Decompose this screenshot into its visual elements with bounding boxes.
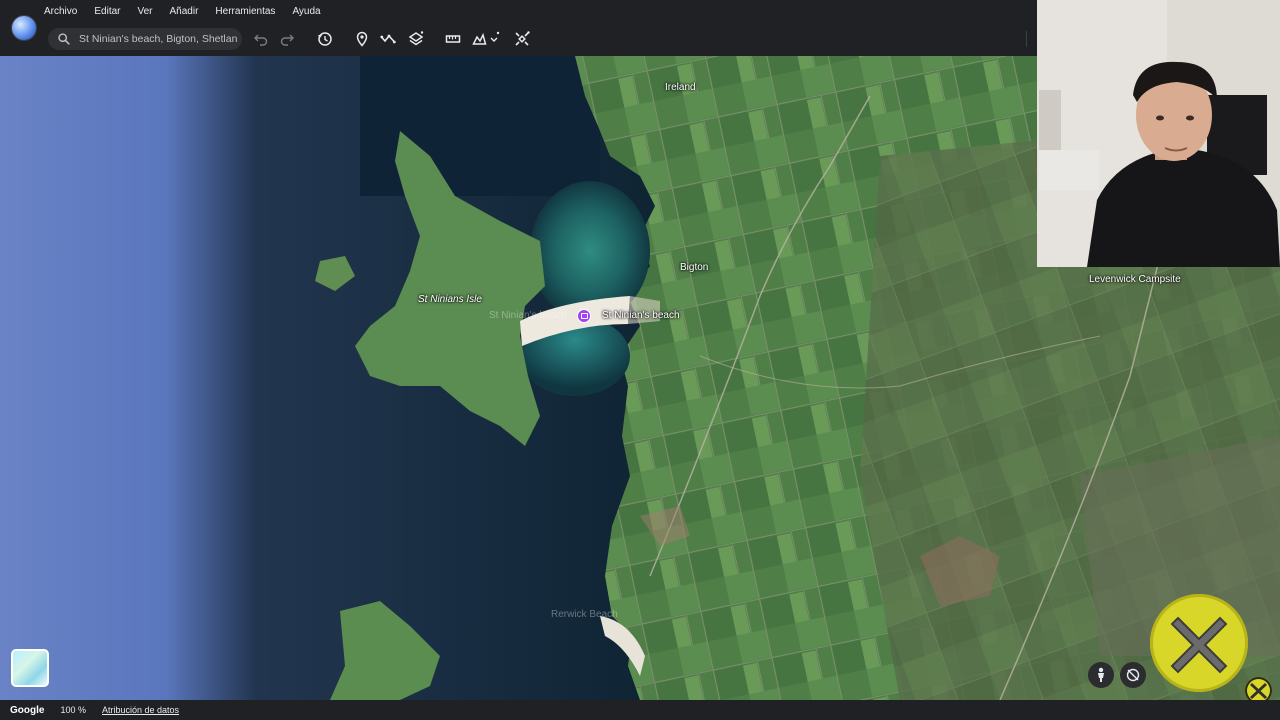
map-label-ireland[interactable]: Ireland xyxy=(665,82,696,93)
close-overlay-large-icon[interactable] xyxy=(1150,594,1248,692)
map-label-campsite[interactable]: Levenwick Campsite xyxy=(1089,274,1181,285)
webcam-overlay xyxy=(1037,0,1280,267)
layers-icon xyxy=(408,31,424,46)
status-bar: Google 100 % Atribución de datos xyxy=(0,700,1280,720)
history-button[interactable] xyxy=(315,29,335,49)
redo-icon xyxy=(280,34,294,46)
google-brand: Google xyxy=(10,704,45,716)
ruler-icon xyxy=(445,35,461,43)
placemark-button[interactable] xyxy=(352,29,372,49)
zoom-level: 100 % xyxy=(60,705,86,715)
layer-switcher-thumbnail[interactable] xyxy=(11,649,49,687)
menu-herramientas[interactable]: Herramientas xyxy=(215,6,275,17)
data-attribution-link[interactable]: Atribución de datos xyxy=(102,705,179,715)
pegman-button[interactable] xyxy=(1088,662,1114,688)
app-logo-icon[interactable] xyxy=(12,16,36,40)
toolbar-divider xyxy=(1026,31,1027,47)
menu-ver[interactable]: Ver xyxy=(137,6,152,17)
webcam-person-image xyxy=(1037,0,1280,267)
redo-button[interactable] xyxy=(277,29,297,49)
path-button[interactable] xyxy=(378,29,398,49)
map-label-ghost-south: Rerwick Beach xyxy=(551,609,618,620)
path-icon xyxy=(380,34,396,44)
menu-archivo[interactable]: Archivo xyxy=(44,6,77,17)
tilt-off-button[interactable] xyxy=(1120,662,1146,688)
search-input[interactable]: St Ninian's beach, Bigton, Shetland xyxy=(48,28,242,50)
menu-editar[interactable]: Editar xyxy=(94,6,120,17)
satellite-icon xyxy=(515,31,530,46)
history-icon xyxy=(318,32,332,46)
placemark-icon xyxy=(356,31,368,47)
tilt-off-icon xyxy=(1126,668,1140,682)
undo-icon xyxy=(254,34,268,46)
search-value[interactable]: St Ninian's beach, Bigton, Shetland xyxy=(79,33,237,45)
ruler-button[interactable] xyxy=(443,29,463,49)
map-label-beach-ghost: St Ninian's beach xyxy=(489,310,567,321)
menu-anadir[interactable]: Añadir xyxy=(170,6,199,17)
search-icon xyxy=(58,33,70,45)
satellite-button[interactable] xyxy=(512,29,532,49)
menu: Archivo Editar Ver Añadir Herramientas A… xyxy=(44,0,338,22)
menu-ayuda[interactable]: Ayuda xyxy=(292,6,320,17)
elevation-icon xyxy=(472,31,500,45)
layers-button[interactable] xyxy=(406,29,426,49)
map-label-beach[interactable]: St Ninian's beach xyxy=(602,310,680,321)
pegman-icon xyxy=(1098,667,1104,682)
beach-pin-icon[interactable] xyxy=(577,309,591,323)
map-label-isle[interactable]: St Ninians Isle xyxy=(418,294,482,305)
elevation-button[interactable] xyxy=(470,29,502,49)
undo-button[interactable] xyxy=(251,29,271,49)
map-label-bigton[interactable]: Bigton xyxy=(680,262,708,273)
